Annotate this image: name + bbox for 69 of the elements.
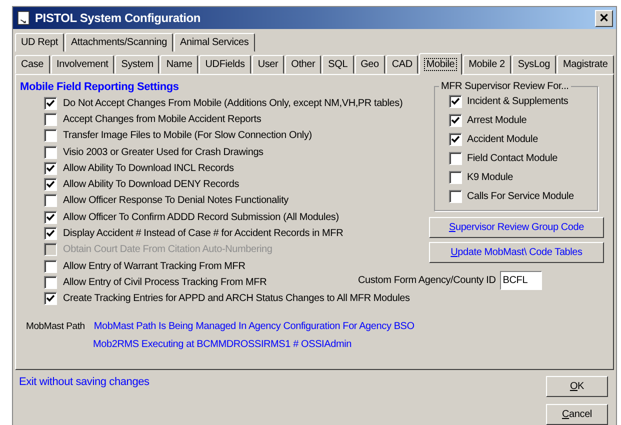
tab[interactable]: Involvement	[50, 55, 114, 74]
checkbox-label: Accident Module	[467, 134, 538, 145]
checkbox-label: Transfer Image Files to Mobile (For Slow Connection Only)	[63, 130, 312, 142]
tab[interactable]: User	[252, 55, 284, 74]
tab[interactable]: Mobile 2	[462, 55, 511, 74]
checkbox-label: K9 Module	[467, 172, 514, 183]
checkbox[interactable]	[44, 227, 57, 240]
checkbox-label: Accept Changes from Mobile Accident Reports	[63, 114, 262, 125]
field-label: MobMast Path	[26, 320, 85, 332]
checkbox[interactable]	[44, 129, 57, 142]
checkbox[interactable]	[44, 194, 57, 208]
section-title: Mobile Field Reporting Settings	[20, 81, 180, 93]
checkbox[interactable]	[449, 190, 462, 203]
dialog-button[interactable]: Cancel	[546, 404, 608, 425]
checkbox-label: Calls For Service Module	[467, 191, 574, 202]
checkbox-label: Allow Ability To Download DENY Records	[63, 179, 240, 190]
checkbox-label: Do Not Accept Changes From Mobile (Additions Only, except NM,VH,PR tables)	[63, 98, 403, 109]
checkbox-label: Allow Officer Response To Denial Notes Functionality	[63, 195, 288, 206]
checkbox-label: Create Tracking Entries for APPD and ARCH Status Changes to All MFR Modules	[63, 293, 410, 304]
agency-id-field[interactable]: BCFL	[500, 271, 542, 290]
path-text: MobMast Path Is Being Managed In Agency Configuration For Agency BSO	[94, 320, 414, 332]
checkbox[interactable]	[44, 112, 57, 126]
checkbox-label: Allow Ability To Download INCL Records	[63, 162, 234, 174]
checkbox[interactable]	[449, 133, 462, 146]
checkbox-label: Allow Entry of Civil Process Tracking From MFR	[63, 276, 267, 288]
tab[interactable]: UDFields	[199, 55, 251, 74]
tab[interactable]: Case	[15, 55, 50, 74]
field-label: Custom Form Agency/County ID	[358, 275, 496, 286]
checkbox-label: Allow Entry of Warrant Tracking From MFR	[63, 260, 246, 272]
checkbox-label: Display Accident # Instead of Case # for Accident Records in MFR	[63, 228, 344, 240]
checkbox[interactable]	[44, 210, 57, 224]
checkbox[interactable]	[44, 178, 57, 192]
window-title: PISTOL System Configuration	[35, 11, 202, 25]
status-text: Mob2RMS Executing at BCMMDROSSIRMS1 # OSSIAdmin	[93, 338, 352, 350]
action-button[interactable]: Supervisor Review Group Code	[429, 217, 604, 238]
checkbox[interactable]	[449, 171, 462, 184]
tab[interactable]: SQL	[322, 55, 354, 74]
dialog-button[interactable]: OK	[546, 376, 608, 397]
tab[interactable]: CAD	[386, 55, 418, 74]
checkbox[interactable]	[44, 260, 57, 273]
close-button[interactable]: ✕	[595, 10, 613, 26]
checkbox[interactable]	[44, 276, 57, 289]
checkbox[interactable]	[44, 146, 57, 159]
action-button[interactable]: Update MobMast\ Code Tables	[429, 242, 604, 263]
tab[interactable]: UD Rept	[15, 33, 64, 52]
tab[interactable]: System	[115, 55, 160, 74]
checkbox-label: Obtain Court Date From Citation Auto-Numbering	[63, 244, 272, 256]
checkbox[interactable]	[449, 152, 462, 165]
tab[interactable]: Other	[285, 55, 322, 74]
tab[interactable]: Magistrate	[557, 55, 614, 74]
checkbox-label: Visio 2003 or Greater Used for Crash Drawings	[63, 146, 264, 158]
checkbox-label: Field Contact Module	[467, 153, 558, 164]
checkbox[interactable]	[449, 114, 462, 127]
tab[interactable]: Mobile	[419, 53, 462, 75]
tab[interactable]: Attachments/Scanning	[64, 33, 174, 52]
tab[interactable]: Name	[160, 55, 198, 74]
tab[interactable]: Geo	[354, 55, 385, 74]
checkbox-label: Incident & Supplements	[467, 96, 568, 107]
group-title: MFR Supervisor Review For...	[440, 81, 570, 92]
document-icon	[16, 10, 31, 26]
checkbox[interactable]	[44, 162, 57, 175]
tab[interactable]: SysLog	[512, 55, 556, 74]
checkbox[interactable]	[449, 95, 462, 108]
checkbox-label: Arrest Module	[467, 115, 527, 126]
checkbox[interactable]	[44, 96, 57, 110]
checkbox[interactable]	[44, 292, 57, 306]
checkbox-label: Allow Officer To Confirm ADDD Record Submission (All Modules)	[63, 212, 339, 223]
exit-link[interactable]: Exit without saving changes	[19, 376, 150, 425]
tab[interactable]: Animal Services	[174, 33, 255, 52]
